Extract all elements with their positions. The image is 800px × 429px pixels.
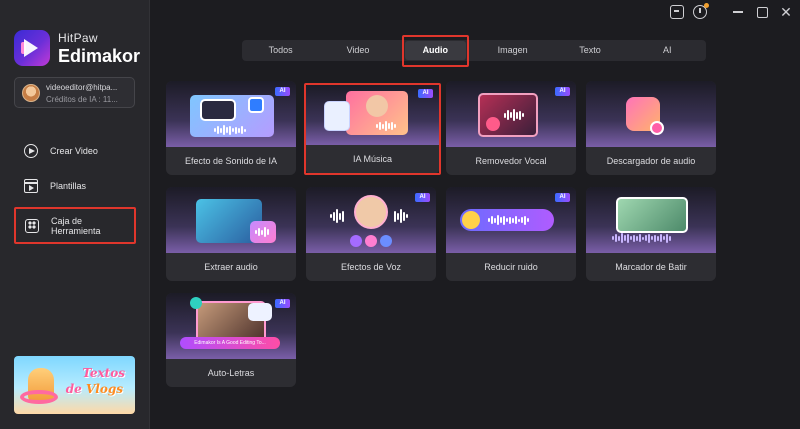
- ai-badge: AI: [275, 87, 290, 96]
- account-panel[interactable]: videoeditor@hitpa... Créditos de IA : 11…: [14, 77, 135, 108]
- brand-name-line1: HitPaw: [58, 30, 98, 45]
- tab-ai[interactable]: AI: [629, 40, 706, 61]
- tab-audio[interactable]: Audio: [397, 35, 474, 67]
- caption-bar: Edimakor Is A Good Editing To...: [180, 337, 280, 349]
- minimize-icon[interactable]: [731, 5, 745, 19]
- sidebar-item-label: Plantillas: [50, 181, 87, 191]
- notification-dot: [704, 3, 709, 8]
- ai-badge: AI: [555, 87, 570, 96]
- edimakor-logo-icon: [14, 30, 50, 66]
- play-circle-icon: [24, 144, 38, 158]
- card-label: Efecto de Sonido de IA: [184, 156, 278, 166]
- ai-badge: AI: [275, 299, 290, 308]
- card-label: Efectos de Voz: [340, 262, 402, 272]
- card-label: Reducir ruido: [484, 262, 538, 272]
- tool-card-removedor-vocal[interactable]: AI Removedor Vocal: [446, 81, 576, 175]
- brand: HitPaw Edimakor: [14, 30, 140, 66]
- toolbox-icon: [25, 218, 39, 233]
- card-thumbnail: [166, 187, 296, 253]
- sidebar-item-plantillas[interactable]: Plantillas: [14, 173, 136, 199]
- card-label: Marcador de Batir: [615, 262, 687, 272]
- brand-name-line2: Edimakor: [58, 45, 141, 66]
- sidebar-item-label: Crear Video: [50, 146, 98, 156]
- sidebar-item-label: Caja de Herramienta: [51, 215, 101, 236]
- ai-badge: AI: [415, 193, 430, 202]
- template-icon: [24, 179, 38, 193]
- card-label: Extraer audio: [204, 262, 258, 272]
- tool-card-extraer-audio[interactable]: Extraer audio: [166, 187, 296, 281]
- tool-card-marcador-de-batir[interactable]: Marcador de Batir: [586, 187, 716, 281]
- float-ring-image: [20, 390, 58, 404]
- avatar: [22, 84, 40, 102]
- close-icon[interactable]: ✕: [779, 5, 793, 19]
- card-label: Auto-Letras: [207, 368, 255, 378]
- tool-card-efecto-sonido-ia[interactable]: AI Efecto de Sonido de IA: [166, 81, 296, 175]
- tool-card-efectos-de-voz[interactable]: AI Efectos de Voz: [306, 187, 436, 281]
- message-icon[interactable]: [670, 5, 684, 19]
- tab-texto[interactable]: Texto: [551, 40, 628, 61]
- card-thumbnail: [586, 81, 716, 147]
- account-email: videoeditor@hitpa...: [46, 83, 118, 92]
- sidebar: HitPaw Edimakor videoeditor@hitpa... Cré…: [0, 0, 150, 429]
- highlight-box: [304, 83, 441, 175]
- tab-video[interactable]: Video: [319, 40, 396, 61]
- tool-card-reducir-ruido[interactable]: AI Reducir ruido: [446, 187, 576, 281]
- ai-badge: AI: [555, 193, 570, 202]
- card-label: Removedor Vocal: [475, 156, 547, 166]
- tab-todos[interactable]: Todos: [242, 40, 319, 61]
- sidebar-item-caja-de-herramienta[interactable]: Caja de Herramienta: [14, 207, 136, 244]
- tool-card-auto-letras[interactable]: Edimakor Is A Good Editing To... AI Auto…: [166, 293, 296, 387]
- promo-title-line1: Textos: [82, 366, 125, 380]
- card-thumbnail: [586, 187, 716, 253]
- maximize-icon[interactable]: [755, 5, 769, 19]
- promo-title-line2: de Vlogs: [65, 382, 123, 396]
- card-label: Descargador de audio: [606, 156, 696, 166]
- ai-credits: Créditos de IA : 11...: [46, 95, 118, 104]
- category-tabs: Todos Video Audio Imagen Texto AI: [242, 35, 706, 67]
- tab-imagen[interactable]: Imagen: [474, 40, 551, 61]
- promo-banner[interactable]: Textos de Vlogs: [14, 356, 135, 414]
- tool-card-descargador-audio[interactable]: Descargador de audio: [586, 81, 716, 175]
- sidebar-item-crear-video[interactable]: Crear Video: [14, 138, 136, 164]
